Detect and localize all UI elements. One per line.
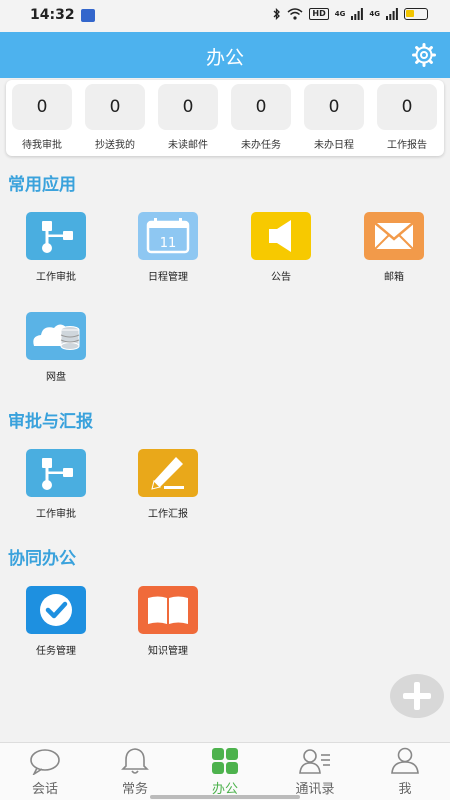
stat-label: 未办任务: [241, 140, 281, 151]
nav-label: 我: [398, 782, 412, 797]
signal-label-2: 4G: [369, 10, 380, 18]
battery-icon: [404, 8, 428, 20]
person-icon: [391, 747, 419, 774]
stat-value: 0: [12, 84, 72, 130]
chat-icon: [30, 749, 60, 775]
contacts-icon: [299, 749, 330, 774]
status-time: 14:32: [30, 7, 75, 23]
checkmark-icon: [26, 586, 86, 634]
app-work-approval[interactable]: 工作审批: [6, 212, 106, 283]
stat-value: 0: [158, 84, 218, 130]
stat-label: 未办日程: [314, 140, 354, 151]
section-title-approval-reporting: 审批与汇报: [8, 412, 93, 432]
stat-unread-mail[interactable]: 0 未读邮件: [158, 84, 218, 151]
nav-item-contacts[interactable]: 通讯录: [270, 747, 360, 797]
app-schedule[interactable]: 11 日程管理: [118, 212, 218, 283]
stat-value: 0: [304, 84, 364, 130]
calendar-day: 11: [160, 236, 177, 251]
home-indicator[interactable]: [150, 795, 300, 799]
nav-item-me[interactable]: 我: [360, 747, 450, 797]
app-label: 邮箱: [384, 272, 404, 283]
notification-app-icon: [81, 9, 95, 22]
envelope-icon: [364, 212, 424, 260]
stat-pending-approval[interactable]: 0 待我审批: [12, 84, 72, 151]
stat-value: 0: [377, 84, 437, 130]
status-icons: HD 4G 4G: [273, 8, 428, 20]
app-announcement[interactable]: 公告: [231, 212, 331, 283]
app-header: 办公: [0, 32, 450, 78]
app-cloud-drive[interactable]: 网盘: [6, 312, 106, 383]
cloud-storage-icon: [26, 312, 86, 360]
grid-icon: [212, 748, 238, 774]
workflow-icon: [26, 212, 86, 260]
stats-card: 0 待我审批 0 抄送我的 0 未读邮件 0 未办任务 0 未办日程 0 工作报…: [6, 80, 444, 156]
stat-cc-me[interactable]: 0 抄送我的: [85, 84, 145, 151]
app-label: 任务管理: [36, 646, 76, 657]
app-knowledge-management[interactable]: 知识管理: [118, 586, 218, 657]
app-label: 日程管理: [148, 272, 188, 283]
wifi-icon: [287, 8, 303, 20]
app-label: 工作审批: [36, 509, 76, 520]
page-title: 办公: [205, 47, 244, 69]
app-label: 网盘: [46, 372, 66, 383]
nav-item-routine[interactable]: 常务: [90, 747, 180, 797]
section-title-common-apps: 常用应用: [8, 175, 76, 195]
stat-value: 0: [231, 84, 291, 130]
stat-label: 未读邮件: [168, 140, 208, 151]
bell-icon: [121, 748, 149, 774]
signal-icon: [351, 8, 364, 20]
hd-badge: HD: [309, 8, 329, 20]
nav-item-chat[interactable]: 会话: [0, 747, 90, 797]
stat-label: 待我审批: [22, 140, 62, 151]
app-label: 知识管理: [148, 646, 188, 657]
pencil-icon: [138, 449, 198, 497]
gear-icon[interactable]: [412, 43, 436, 67]
app-work-approval-2[interactable]: 工作审批: [6, 449, 106, 520]
app-label: 工作汇报: [148, 509, 188, 520]
status-bar: 14:32 HD 4G 4G: [0, 0, 450, 32]
bottom-nav: 会话 常务 办公 通讯录 我: [0, 742, 450, 800]
app-label: 工作审批: [36, 272, 76, 283]
nav-label: 会话: [31, 782, 58, 797]
stat-label: 抄送我的: [95, 140, 135, 151]
stat-value: 0: [85, 84, 145, 130]
nav-item-office[interactable]: 办公: [180, 747, 270, 797]
signal-icon-2: [386, 8, 398, 20]
add-button[interactable]: [390, 674, 444, 718]
calendar-icon: 11: [138, 212, 198, 260]
megaphone-icon: [251, 212, 311, 260]
stat-work-report[interactable]: 0 工作报告: [377, 84, 437, 151]
signal-label-1: 4G: [334, 10, 346, 18]
stat-open-schedule[interactable]: 0 未办日程: [304, 84, 364, 151]
workflow-icon: [26, 449, 86, 497]
bluetooth-icon: [273, 8, 281, 20]
app-work-report[interactable]: 工作汇报: [118, 449, 218, 520]
book-icon: [138, 586, 198, 634]
app-task-management[interactable]: 任务管理: [6, 586, 106, 657]
stat-label: 工作报告: [387, 140, 427, 151]
stat-open-tasks[interactable]: 0 未办任务: [231, 84, 291, 151]
section-title-collaboration: 协同办公: [8, 549, 76, 569]
app-label: 公告: [271, 272, 291, 283]
app-mailbox[interactable]: 邮箱: [344, 212, 444, 283]
